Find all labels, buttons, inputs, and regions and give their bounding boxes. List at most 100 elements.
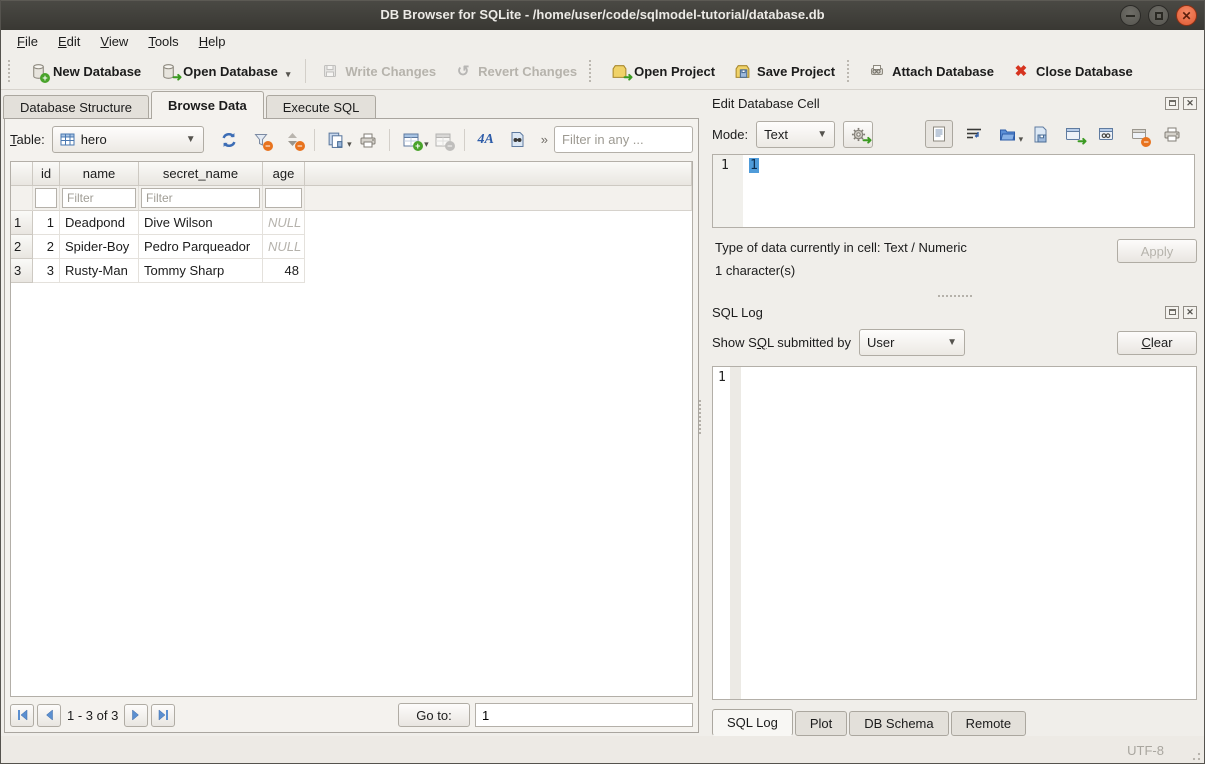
cell-secret-name[interactable]: Tommy Sharp: [139, 259, 263, 283]
first-record-button[interactable]: [10, 704, 34, 727]
word-wrap-button[interactable]: [962, 122, 986, 146]
cell-name[interactable]: Spider-Boy: [60, 235, 139, 259]
cell-id[interactable]: 3: [33, 259, 60, 283]
cell-age[interactable]: NULL: [263, 235, 305, 259]
find-in-cells-button[interactable]: [503, 127, 533, 153]
toolbar-drag-handle[interactable]: [589, 60, 595, 82]
print-cell-button[interactable]: [1160, 122, 1184, 146]
row-number[interactable]: 2: [11, 235, 33, 259]
sql-source-value: User: [867, 335, 894, 350]
cell-type-info: Type of data currently in cell: Text / N…: [715, 240, 967, 255]
column-header-age[interactable]: age: [263, 162, 305, 186]
filter-input-name[interactable]: [62, 188, 136, 208]
menu-tools[interactable]: Tools: [138, 32, 188, 51]
cell-secret-name[interactable]: Dive Wilson: [139, 211, 263, 235]
goto-record-input[interactable]: [475, 703, 693, 727]
column-header-secret-name[interactable]: secret_name: [139, 162, 263, 186]
close-button[interactable]: ✕: [1176, 5, 1197, 26]
clear-filters-icon: −: [252, 131, 270, 148]
next-record-button[interactable]: [124, 704, 148, 727]
table-selected-value: hero: [81, 132, 107, 147]
corner-header[interactable]: [11, 162, 33, 186]
attach-database-button[interactable]: Attach Database: [859, 58, 1003, 85]
insert-record-button[interactable]: + ▾: [396, 127, 426, 153]
previous-record-button[interactable]: [37, 704, 61, 727]
open-in-external-button[interactable]: ➜: [1061, 122, 1085, 146]
dock-splitter[interactable]: [712, 290, 1197, 302]
table-selector[interactable]: hero ▼: [52, 126, 204, 153]
open-database-button[interactable]: ➜ Open Database ▾: [150, 58, 299, 85]
column-header-id[interactable]: id: [33, 162, 60, 186]
font-button[interactable]: 4A: [471, 127, 501, 153]
sql-log-content[interactable]: [741, 367, 1196, 699]
toolbar-drag-handle[interactable]: [847, 60, 853, 82]
copy-link-button[interactable]: [1094, 122, 1118, 146]
maximize-button[interactable]: [1148, 5, 1169, 26]
close-icon: ✕: [1186, 99, 1194, 108]
filter-any-column-input[interactable]: [554, 126, 693, 153]
filter-input-age[interactable]: [265, 188, 302, 208]
open-database-dropdown[interactable]: ▾: [286, 69, 291, 80]
revert-changes-icon: ↺: [454, 63, 472, 80]
sql-log-editor[interactable]: 1: [712, 366, 1197, 700]
cell-secret-name[interactable]: Pedro Parqueador: [139, 235, 263, 259]
close-dock-button[interactable]: ✕: [1183, 306, 1197, 319]
close-database-icon: ✖: [1012, 63, 1030, 80]
minimize-button[interactable]: [1120, 5, 1141, 26]
record-navigation: 1 - 3 of 3 Go to:: [10, 697, 693, 727]
clear-sorting-button[interactable]: −: [278, 127, 308, 153]
export-data-button[interactable]: [1028, 122, 1052, 146]
resize-grip[interactable]: [1191, 751, 1201, 761]
tab-browse-data[interactable]: Browse Data: [151, 91, 264, 119]
float-dock-button[interactable]: [1165, 306, 1179, 319]
cell-age[interactable]: NULL: [263, 211, 305, 235]
dock-tab-remote[interactable]: Remote: [951, 711, 1027, 736]
import-data-button[interactable]: ▾: [995, 122, 1019, 146]
mode-selector[interactable]: Text ▼: [756, 121, 835, 148]
menu-edit[interactable]: Edit: [48, 32, 90, 51]
cell-editor[interactable]: 1 1: [712, 154, 1195, 228]
toolbar-drag-handle[interactable]: [8, 60, 14, 82]
column-header-name[interactable]: name: [60, 162, 139, 186]
text-mode-button[interactable]: [925, 120, 953, 148]
printer-icon: [359, 132, 377, 148]
filter-input-secret-name[interactable]: [141, 188, 260, 208]
copy-record-button[interactable]: ▾: [321, 127, 351, 153]
cell-id[interactable]: 2: [33, 235, 60, 259]
filter-input-id[interactable]: [35, 188, 57, 208]
cell-id[interactable]: 1: [33, 211, 60, 235]
row-number[interactable]: 1: [11, 211, 33, 235]
last-record-button[interactable]: [151, 704, 175, 727]
clear-log-button[interactable]: Clear: [1117, 331, 1197, 355]
cell-name[interactable]: Deadpond: [60, 211, 139, 235]
toolbar-overflow-chevron[interactable]: »: [541, 132, 548, 147]
cell-age[interactable]: 48: [263, 259, 305, 283]
delete-record-button: −: [428, 127, 458, 153]
cell-editor-content[interactable]: 1: [743, 155, 1194, 227]
menu-view[interactable]: View: [90, 32, 138, 51]
cell-name[interactable]: Rusty-Man: [60, 259, 139, 283]
dock-tab-plot[interactable]: Plot: [795, 711, 847, 736]
menu-file[interactable]: File: [7, 32, 48, 51]
set-null-button[interactable]: −: [1127, 122, 1151, 146]
dock-tab-db-schema[interactable]: DB Schema: [849, 711, 948, 736]
save-project-button[interactable]: Save Project: [724, 58, 844, 85]
float-dock-button[interactable]: [1165, 97, 1179, 110]
close-database-button[interactable]: ✖ Close Database: [1003, 58, 1142, 85]
dock-tab-sql-log[interactable]: SQL Log: [712, 709, 793, 736]
menu-help[interactable]: Help: [189, 32, 236, 51]
auto-apply-button[interactable]: ➜: [843, 121, 873, 148]
tab-execute-sql[interactable]: Execute SQL: [266, 95, 377, 119]
mode-selected-value: Text: [764, 127, 788, 142]
new-database-button[interactable]: + New Database: [20, 58, 150, 85]
print-records-button[interactable]: [353, 127, 383, 153]
open-project-button[interactable]: ➜ Open Project: [601, 58, 724, 85]
close-dock-button[interactable]: ✕: [1183, 97, 1197, 110]
clear-filters-button[interactable]: −: [246, 127, 276, 153]
sql-log-controls: Show SQL submitted by User ▼ Clear: [712, 326, 1197, 359]
tab-database-structure[interactable]: Database Structure: [3, 95, 149, 119]
sql-source-selector[interactable]: User ▼: [859, 329, 965, 356]
refresh-button[interactable]: [214, 127, 244, 153]
row-number[interactable]: 3: [11, 259, 33, 283]
goto-button[interactable]: Go to:: [398, 703, 470, 727]
